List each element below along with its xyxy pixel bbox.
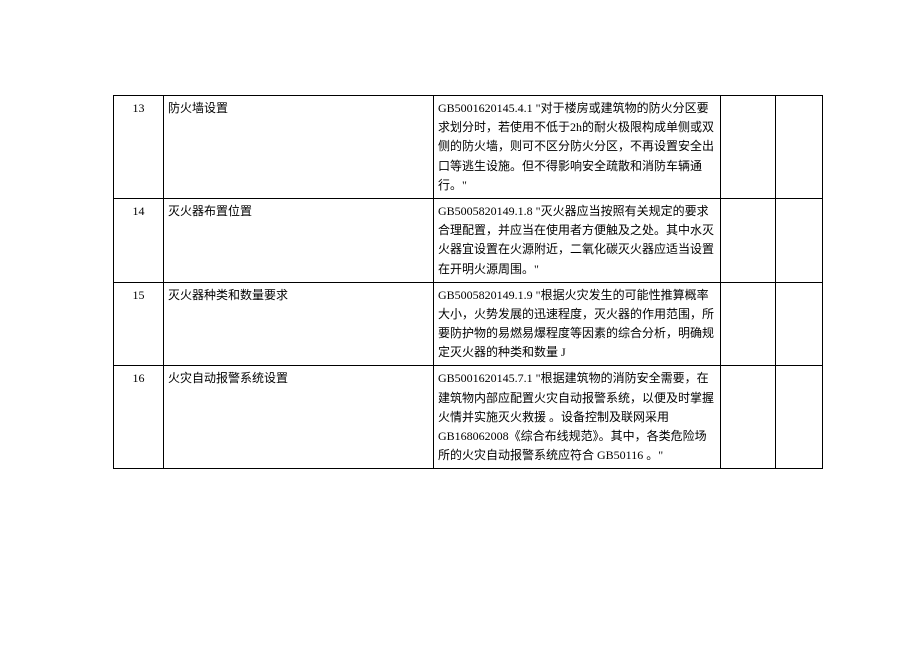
row-item: 灭火器种类和数量要求	[164, 282, 434, 366]
row-spec: GB5005820149.1.9 "根据火灾发生的可能性推算概率大小，火势发展的…	[434, 282, 721, 366]
row-number: 14	[114, 198, 164, 282]
spec-table-container: 13 防火墙设置 GB5001620145.4.1 "对于楼房或建筑物的防火分区…	[113, 95, 822, 469]
row-spec: GB5001620145.7.1 "根据建筑物的消防安全需要，在建筑物内部应配置…	[434, 366, 721, 469]
row-extra	[776, 366, 823, 469]
table-row: 14 灭火器布置位置 GB5005820149.1.8 "灭火器应当按照有关规定…	[114, 198, 823, 282]
row-item: 灭火器布置位置	[164, 198, 434, 282]
row-extra	[776, 282, 823, 366]
table-row: 16 火灾自动报警系统设置 GB5001620145.7.1 "根据建筑物的消防…	[114, 366, 823, 469]
row-item: 火灾自动报警系统设置	[164, 366, 434, 469]
row-spec: GB5005820149.1.8 "灭火器应当按照有关规定的要求合理配置，并应当…	[434, 198, 721, 282]
row-remark	[721, 366, 776, 469]
row-number: 15	[114, 282, 164, 366]
row-extra	[776, 96, 823, 199]
row-spec: GB5001620145.4.1 "对于楼房或建筑物的防火分区要求划分时，若使用…	[434, 96, 721, 199]
row-number: 13	[114, 96, 164, 199]
row-remark	[721, 96, 776, 199]
spec-table: 13 防火墙设置 GB5001620145.4.1 "对于楼房或建筑物的防火分区…	[113, 95, 823, 469]
row-number: 16	[114, 366, 164, 469]
row-item: 防火墙设置	[164, 96, 434, 199]
table-row: 13 防火墙设置 GB5001620145.4.1 "对于楼房或建筑物的防火分区…	[114, 96, 823, 199]
row-remark	[721, 198, 776, 282]
row-remark	[721, 282, 776, 366]
table-row: 15 灭火器种类和数量要求 GB5005820149.1.9 "根据火灾发生的可…	[114, 282, 823, 366]
row-extra	[776, 198, 823, 282]
